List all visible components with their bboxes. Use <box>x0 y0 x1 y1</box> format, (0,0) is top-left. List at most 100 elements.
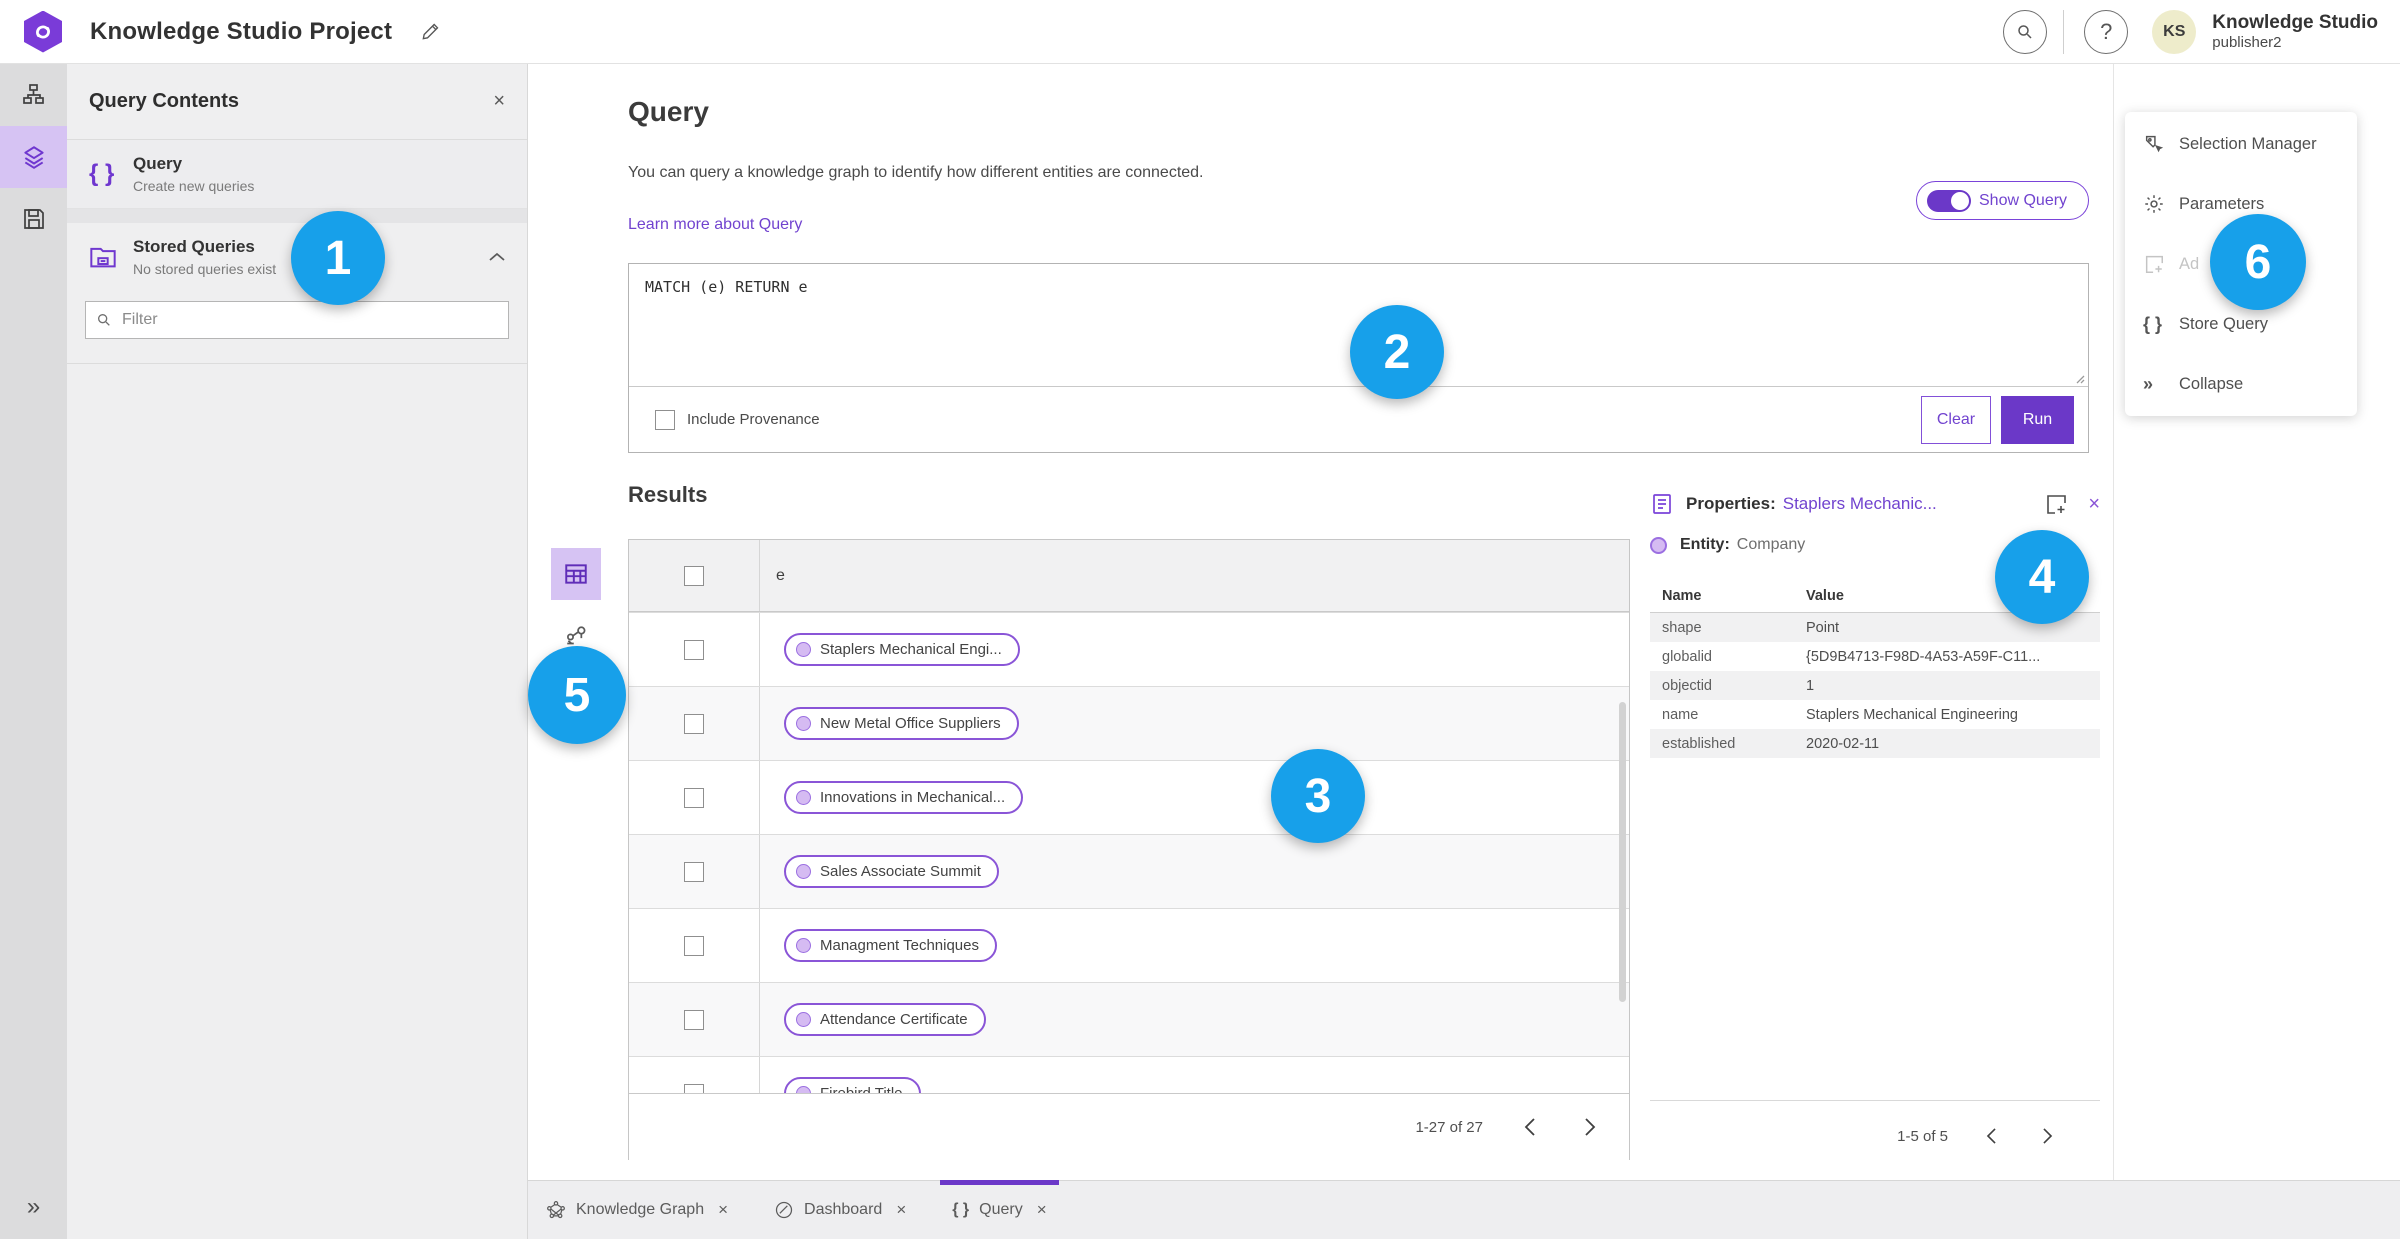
tab-close-icon[interactable]: × <box>1037 1200 1047 1220</box>
menu-item-label: Store Query <box>2179 314 2268 333</box>
stored-queries-folder-icon <box>89 243 133 271</box>
menu-item-label: Parameters <box>2179 194 2265 213</box>
select-all-checkbox[interactable] <box>684 565 704 586</box>
entity-dot-icon <box>796 790 811 805</box>
results-next-page-icon[interactable] <box>1577 1114 1603 1140</box>
edit-title-icon[interactable] <box>420 22 440 42</box>
entity-dot-icon <box>796 1012 811 1027</box>
table-row[interactable]: Sales Associate Summit <box>629 834 1629 908</box>
double-chevron-right-icon: » <box>26 1193 41 1220</box>
add-to-map-icon[interactable] <box>2044 492 2068 516</box>
sidebar-item-query[interactable]: { } Query Create new queries <box>67 140 527 209</box>
properties-entity-link[interactable]: Staplers Mechanic... <box>1783 494 1937 514</box>
entity-pill[interactable]: New Metal Office Suppliers <box>784 707 1019 740</box>
clear-button[interactable]: Clear <box>1921 395 1991 444</box>
entity-pill-label: Staplers Mechanical Engi... <box>820 641 1002 658</box>
include-provenance-checkbox[interactable] <box>655 409 675 430</box>
properties-label: Properties: <box>1686 494 1776 513</box>
column-header-e: e <box>776 566 785 584</box>
callout-badge-3: 3 <box>1271 749 1365 843</box>
sidebar-item-label: Stored Queries <box>133 237 255 256</box>
row-checkbox[interactable] <box>684 713 704 734</box>
tab-close-icon[interactable]: × <box>896 1200 906 1220</box>
tab-label: Dashboard <box>804 1201 883 1218</box>
resize-handle-icon[interactable] <box>2073 372 2085 384</box>
row-checkbox[interactable] <box>684 639 704 660</box>
knowledge-graph-icon <box>546 1200 566 1220</box>
show-query-toggle[interactable]: Show Query <box>1916 181 2089 220</box>
product-name: Knowledge Studio <box>2212 11 2378 33</box>
properties-prev-page-icon[interactable] <box>1978 1123 2004 1149</box>
table-row[interactable]: Attendance Certificate <box>629 982 1629 1056</box>
row-checkbox[interactable] <box>684 1083 704 1093</box>
properties-doc-icon <box>1650 492 1674 516</box>
property-name: shape <box>1662 619 1702 636</box>
tab-dashboard[interactable]: Dashboard × <box>762 1181 918 1239</box>
properties-close-icon[interactable]: × <box>2088 493 2100 516</box>
rail-item-save[interactable] <box>0 188 67 250</box>
avatar-initials: KS <box>2163 22 2186 40</box>
page-description: You can query a knowledge graph to ident… <box>628 164 1204 181</box>
results-heading: Results <box>628 482 708 507</box>
toggle-label: Show Query <box>1979 191 2068 209</box>
properties-next-page-icon[interactable] <box>2034 1123 2060 1149</box>
rail-item-link-chart[interactable] <box>0 64 67 126</box>
row-checkbox[interactable] <box>684 935 704 956</box>
entity-pill[interactable]: Managment Techniques <box>784 929 997 962</box>
table-row[interactable]: Managment Techniques <box>629 908 1629 982</box>
avatar[interactable]: KS <box>2152 9 2197 54</box>
entity-label: Entity: <box>1680 536 1730 553</box>
entity-dot-icon <box>796 1086 811 1093</box>
entity-pill[interactable]: Sales Associate Summit <box>784 855 999 888</box>
table-row[interactable]: Firebird Title <box>629 1056 1629 1093</box>
learn-more-link[interactable]: Learn more about Query <box>628 216 802 234</box>
sidebar-item-sub: Create new queries <box>133 178 255 194</box>
results-scrollbar[interactable] <box>1619 702 1626 1002</box>
row-checkbox[interactable] <box>684 787 704 808</box>
help-button[interactable]: ? <box>2084 9 2129 54</box>
entity-pill[interactable]: Firebird Title <box>784 1077 921 1093</box>
row-checkbox[interactable] <box>684 861 704 882</box>
property-name: objectid <box>1662 677 1712 694</box>
panel-title: Query Contents <box>89 90 240 112</box>
question-icon: ? <box>2100 18 2113 44</box>
properties-col-value: Value <box>1806 588 1844 604</box>
row-checkbox[interactable] <box>684 1009 704 1030</box>
table-row[interactable]: Staplers Mechanical Engi... <box>629 612 1629 686</box>
entity-pill-label: Innovations in Mechanical... <box>820 789 1006 806</box>
bottom-tab-bar: Knowledge Graph × Dashboard × { } Query … <box>528 1180 2400 1239</box>
rail-item-layers[interactable] <box>0 126 67 188</box>
table-row[interactable]: Innovations in Mechanical... <box>629 760 1629 834</box>
entity-pill[interactable]: Attendance Certificate <box>784 1003 986 1036</box>
layers-icon <box>21 144 47 170</box>
double-chevron-right-icon: » <box>2143 373 2154 394</box>
tab-query[interactable]: { } Query × <box>940 1180 1059 1239</box>
entity-pill[interactable]: Innovations in Mechanical... <box>784 781 1024 814</box>
menu-item-collapse[interactable]: » Collapse <box>2125 354 2357 414</box>
table-view-toggle[interactable] <box>551 548 601 600</box>
properties-col-name: Name <box>1662 588 1702 604</box>
filter-input[interactable] <box>122 311 498 329</box>
left-rail: » <box>0 64 67 1239</box>
collapse-section-icon[interactable] <box>489 252 505 262</box>
table-row[interactable]: New Metal Office Suppliers <box>629 686 1629 760</box>
braces-icon: { } <box>2143 313 2163 334</box>
expand-rail-button[interactable]: » <box>0 1187 67 1227</box>
search-button[interactable] <box>2003 9 2048 54</box>
tab-close-icon[interactable]: × <box>718 1200 728 1220</box>
menu-item-selection-manager[interactable]: Selection Manager <box>2125 114 2357 174</box>
entity-pill[interactable]: Staplers Mechanical Engi... <box>784 633 1020 666</box>
search-icon <box>2016 23 2034 41</box>
page-title: Query <box>628 96 709 127</box>
filter-field[interactable] <box>85 301 509 339</box>
menu-item-label: Collapse <box>2179 374 2244 393</box>
property-name: established <box>1662 735 1736 752</box>
run-button[interactable]: Run <box>2001 395 2074 444</box>
tab-knowledge-graph[interactable]: Knowledge Graph × <box>534 1181 740 1239</box>
panel-close-icon[interactable]: × <box>493 90 505 113</box>
results-table: e Staplers Mechanical Engi... New Metal … <box>628 539 1630 1160</box>
results-prev-page-icon[interactable] <box>1517 1114 1543 1140</box>
property-value: 1 <box>1806 677 1815 694</box>
user-block[interactable]: Knowledge Studio publisher2 <box>2212 12 2378 51</box>
property-row: objectid 1 <box>1650 671 2100 700</box>
